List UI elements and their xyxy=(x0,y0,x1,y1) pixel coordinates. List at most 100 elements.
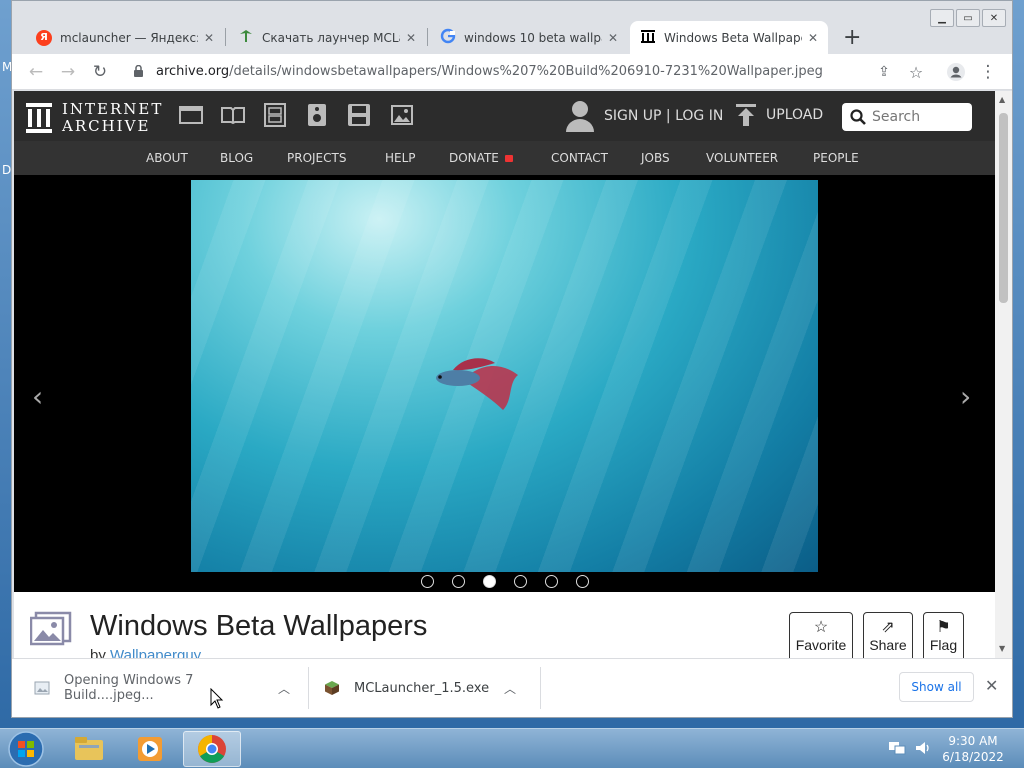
search-input[interactable]: Search xyxy=(842,103,972,131)
address-bar[interactable]: archive.org/details/windowsbetawallpaper… xyxy=(156,64,823,79)
share-button[interactable]: ⇗ Share xyxy=(863,612,913,658)
search-placeholder: Search xyxy=(872,109,921,125)
reload-icon[interactable]: ↻ xyxy=(88,60,112,84)
show-all-button[interactable]: Show all xyxy=(899,672,974,702)
new-tab-button[interactable]: + xyxy=(843,25,861,50)
author-link[interactable]: Wallpaperguy xyxy=(110,647,201,658)
network-icon[interactable] xyxy=(888,739,906,757)
chevron-up-icon[interactable]: ︿ xyxy=(278,680,290,697)
signup-login-link[interactable]: SIGN UP | LOG IN xyxy=(566,100,723,132)
scroll-up-arrow-icon[interactable]: ▲ xyxy=(999,95,1005,104)
media-player-icon xyxy=(138,737,162,761)
carousel-dot[interactable] xyxy=(545,575,558,588)
page-content: INTERNET ARCHIVE SIGN UP | LOG IN UPLOAD xyxy=(14,91,995,658)
nav-contact[interactable]: CONTACT xyxy=(551,151,608,165)
nav-volunteer[interactable]: VOLUNTEER xyxy=(706,151,778,165)
taskbar-chrome[interactable] xyxy=(183,731,241,767)
carousel-dot[interactable] xyxy=(514,575,527,588)
by-line: by Wallpaperguy xyxy=(90,647,201,658)
nav-people[interactable]: PEOPLE xyxy=(813,151,859,165)
nav-projects[interactable]: PROJECTS xyxy=(287,151,346,165)
share-label: Share xyxy=(869,637,907,653)
url-path: /details/windowsbetawallpapers/Windows%2… xyxy=(229,64,823,79)
nav-jobs[interactable]: JOBS xyxy=(641,151,670,165)
carousel-dot[interactable] xyxy=(421,575,434,588)
scroll-down-arrow-icon[interactable]: ▼ xyxy=(999,644,1005,653)
close-icon[interactable]: ✕ xyxy=(608,31,618,45)
nav-donate-label: DONATE xyxy=(449,151,499,165)
close-icon[interactable]: ✕ xyxy=(204,31,214,45)
start-button[interactable] xyxy=(6,730,46,768)
tab-title: Скачать лаунчер MCLaun xyxy=(262,30,400,45)
nav-help[interactable]: HELP xyxy=(385,151,416,165)
bookmark-star-icon[interactable]: ☆ xyxy=(904,60,928,84)
taskbar-explorer[interactable] xyxy=(60,731,118,767)
carousel-dot-active[interactable] xyxy=(483,575,496,588)
audio-icon[interactable] xyxy=(305,103,329,127)
minimize-button[interactable]: ▁ xyxy=(930,9,954,27)
download-filename: Opening Windows 7 Build....jpeg... xyxy=(64,673,194,703)
software-icon[interactable] xyxy=(347,103,371,127)
close-icon[interactable]: ✕ xyxy=(406,31,416,45)
download-item[interactable]: Opening Windows 7 Build....jpeg... ︿ xyxy=(34,659,292,717)
signup-login-label: SIGN UP | LOG IN xyxy=(604,108,724,124)
taskbar-media-player[interactable] xyxy=(121,731,179,767)
texts-icon[interactable] xyxy=(221,103,245,127)
maximize-button[interactable]: ▭ xyxy=(956,9,980,27)
clock[interactable]: 9:30 AM 6/18/2022 xyxy=(940,733,1006,765)
profile-icon[interactable] xyxy=(944,60,968,84)
favorite-button[interactable]: ☆ Favorite xyxy=(789,612,853,658)
ia-logo[interactable]: INTERNET ARCHIVE xyxy=(26,101,163,135)
nav-donate[interactable]: DONATE xyxy=(449,151,513,165)
video-icon[interactable] xyxy=(263,103,287,127)
previous-image-button[interactable]: ‹ xyxy=(32,380,43,413)
betta-fish-image xyxy=(436,358,518,410)
item-header: Windows Beta Wallpapers by Wallpaperguy … xyxy=(14,592,995,658)
tab-title: windows 10 beta wallpap xyxy=(464,30,602,45)
google-icon xyxy=(440,28,456,47)
close-icon[interactable]: ✕ xyxy=(808,31,818,45)
forward-icon[interactable]: → xyxy=(56,60,80,84)
upload-link[interactable]: UPLOAD xyxy=(736,104,823,126)
upload-label: UPLOAD xyxy=(766,107,824,123)
images-icon[interactable] xyxy=(389,103,413,127)
tab-mclauncher[interactable]: Скачать лаунчер MCLaun ✕ xyxy=(228,21,426,54)
menu-kebab-icon[interactable]: ⋮ xyxy=(976,60,1000,84)
page-scrollbar[interactable]: ▲ ▼ xyxy=(995,91,1012,658)
chevron-up-icon[interactable]: ︿ xyxy=(504,680,516,697)
item-title: Windows Beta Wallpapers xyxy=(90,610,428,642)
lock-icon[interactable] xyxy=(134,65,143,77)
tab-yandex[interactable]: Я mclauncher — Яндекс: на ✕ xyxy=(26,21,224,54)
flag-button[interactable]: ⚑ Flag xyxy=(923,612,964,658)
tab-internet-archive[interactable]: Windows Beta Wallpaper ✕ xyxy=(630,21,828,54)
back-icon[interactable]: ← xyxy=(24,60,48,84)
by-prefix: by xyxy=(90,647,106,658)
upload-icon xyxy=(736,104,756,126)
carousel-dot[interactable] xyxy=(452,575,465,588)
tab-strip: Я mclauncher — Яндекс: на ✕ Скачать лаун… xyxy=(12,1,1012,54)
windows-logo-icon xyxy=(8,731,44,767)
ia-header: INTERNET ARCHIVE SIGN UP | LOG IN UPLOAD xyxy=(14,91,995,141)
close-icon[interactable]: ✕ xyxy=(985,676,998,695)
nav-about[interactable]: ABOUT xyxy=(146,151,188,165)
wallpaper-image[interactable] xyxy=(191,180,818,572)
volume-icon[interactable] xyxy=(914,739,932,757)
tab-divider xyxy=(225,28,226,46)
tab-title: mclauncher — Яндекс: на xyxy=(60,30,198,45)
favorite-label: Favorite xyxy=(795,637,847,653)
scroll-thumb[interactable] xyxy=(999,113,1008,303)
nav-blog[interactable]: BLOG xyxy=(220,151,253,165)
yandex-icon: Я xyxy=(36,29,52,46)
web-icon[interactable] xyxy=(179,103,203,127)
download-divider xyxy=(308,667,309,709)
tab-google[interactable]: windows 10 beta wallpap ✕ xyxy=(430,21,628,54)
window-controls: ▁ ▭ ✕ xyxy=(930,9,1006,27)
download-item[interactable]: MCLauncher_1.5.exe ︿ xyxy=(324,659,524,717)
carousel-dot[interactable] xyxy=(576,575,589,588)
close-window-button[interactable]: ✕ xyxy=(982,9,1006,27)
next-image-button[interactable]: › xyxy=(960,380,971,413)
share-page-icon[interactable]: ⇪ xyxy=(872,60,896,84)
search-icon xyxy=(850,109,866,125)
clock-time: 9:30 AM xyxy=(948,734,998,748)
flag-icon: ⚑ xyxy=(936,619,951,636)
